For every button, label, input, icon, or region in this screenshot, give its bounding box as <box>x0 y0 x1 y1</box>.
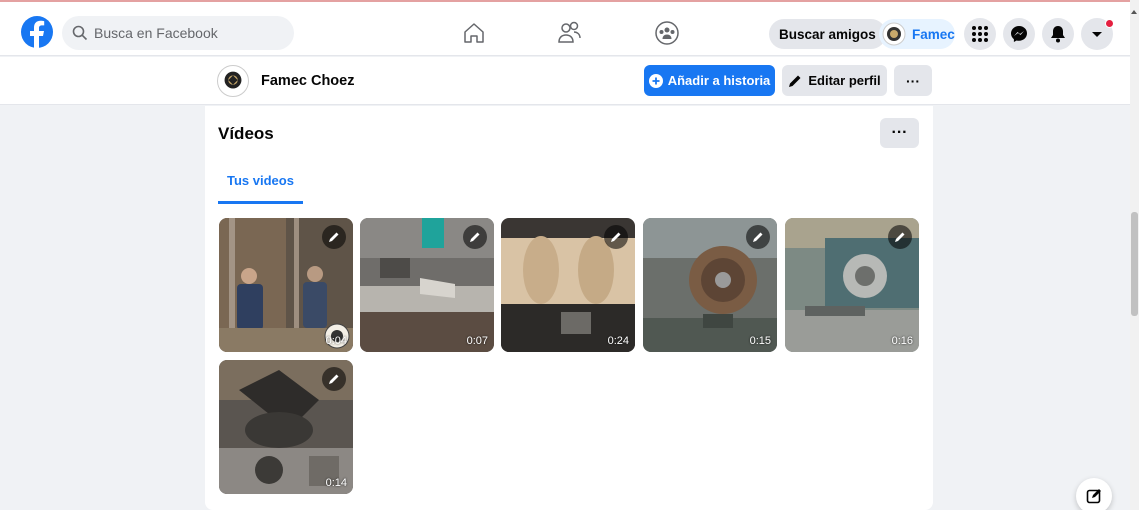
profile-shortcut-button[interactable]: Famec <box>879 19 955 49</box>
videos-more-button[interactable]: ··· <box>880 118 919 148</box>
tab-your-videos[interactable]: Tus videos <box>218 164 303 204</box>
profile-more-button[interactable]: ··· <box>894 65 932 96</box>
edit-video-icon[interactable] <box>746 225 770 249</box>
edit-profile-button[interactable]: Editar perfil <box>782 65 887 96</box>
menu-grid-icon[interactable] <box>964 18 996 50</box>
profile-shortcut-name: Famec <box>912 26 955 42</box>
profile-avatar[interactable] <box>217 65 249 97</box>
video-thumbnail[interactable]: 0:15 <box>643 218 777 352</box>
video-thumbnail[interactable]: 0:24 <box>501 218 635 352</box>
video-thumbnail[interactable]: 0:16 <box>785 218 919 352</box>
video-thumbnail[interactable]: 0:14 <box>219 360 353 494</box>
video-duration: 0:24 <box>607 335 629 347</box>
add-to-story-button[interactable]: Añadir a historia <box>644 65 775 96</box>
pencil-icon <box>789 75 801 87</box>
edit-video-icon[interactable] <box>888 225 912 249</box>
edit-video-icon[interactable] <box>322 225 346 249</box>
search-input[interactable] <box>94 25 284 41</box>
notification-dot <box>1105 19 1114 28</box>
video-duration: 0:16 <box>891 335 913 347</box>
edit-video-icon[interactable] <box>322 367 346 391</box>
videos-card: Vídeos ··· Tus videos 0:04 0:07 0:24 0:1… <box>205 106 933 510</box>
messenger-icon[interactable] <box>1003 18 1035 50</box>
avatar <box>882 22 906 46</box>
profile-name[interactable]: Famec Choez <box>261 73 354 89</box>
video-duration: 0:07 <box>466 335 488 347</box>
profile-header-bar: Famec Choez Añadir a historia Editar per… <box>0 57 1130 105</box>
edit-video-icon[interactable] <box>463 225 487 249</box>
facebook-logo-icon[interactable] <box>21 16 53 48</box>
home-icon[interactable] <box>458 19 490 47</box>
find-friends-button[interactable]: Buscar amigos <box>769 19 886 49</box>
scroll-up-arrow-icon[interactable] <box>1131 9 1137 15</box>
plus-circle-icon <box>648 73 663 88</box>
edit-video-icon[interactable] <box>604 225 628 249</box>
edit-profile-label: Editar perfil <box>808 73 881 88</box>
video-thumbnail[interactable]: 0:07 <box>360 218 494 352</box>
groups-icon[interactable] <box>651 19 683 47</box>
video-duration: 0:15 <box>749 335 771 347</box>
video-duration: 0:14 <box>325 477 347 489</box>
compose-icon <box>1086 489 1101 504</box>
scrollbar-thumb[interactable] <box>1131 212 1138 316</box>
add-to-story-label: Añadir a historia <box>667 73 771 88</box>
video-duration: 0:04 <box>325 335 347 347</box>
bell-icon[interactable] <box>1042 18 1074 50</box>
top-navigation-bar: Buscar amigos Famec <box>0 0 1139 56</box>
new-message-button[interactable] <box>1076 478 1112 510</box>
search-icon <box>72 25 88 41</box>
search-box[interactable] <box>62 16 294 50</box>
video-thumbnail[interactable]: 0:04 <box>219 218 353 352</box>
videos-title: Vídeos <box>218 124 274 143</box>
friends-icon[interactable] <box>554 19 586 47</box>
